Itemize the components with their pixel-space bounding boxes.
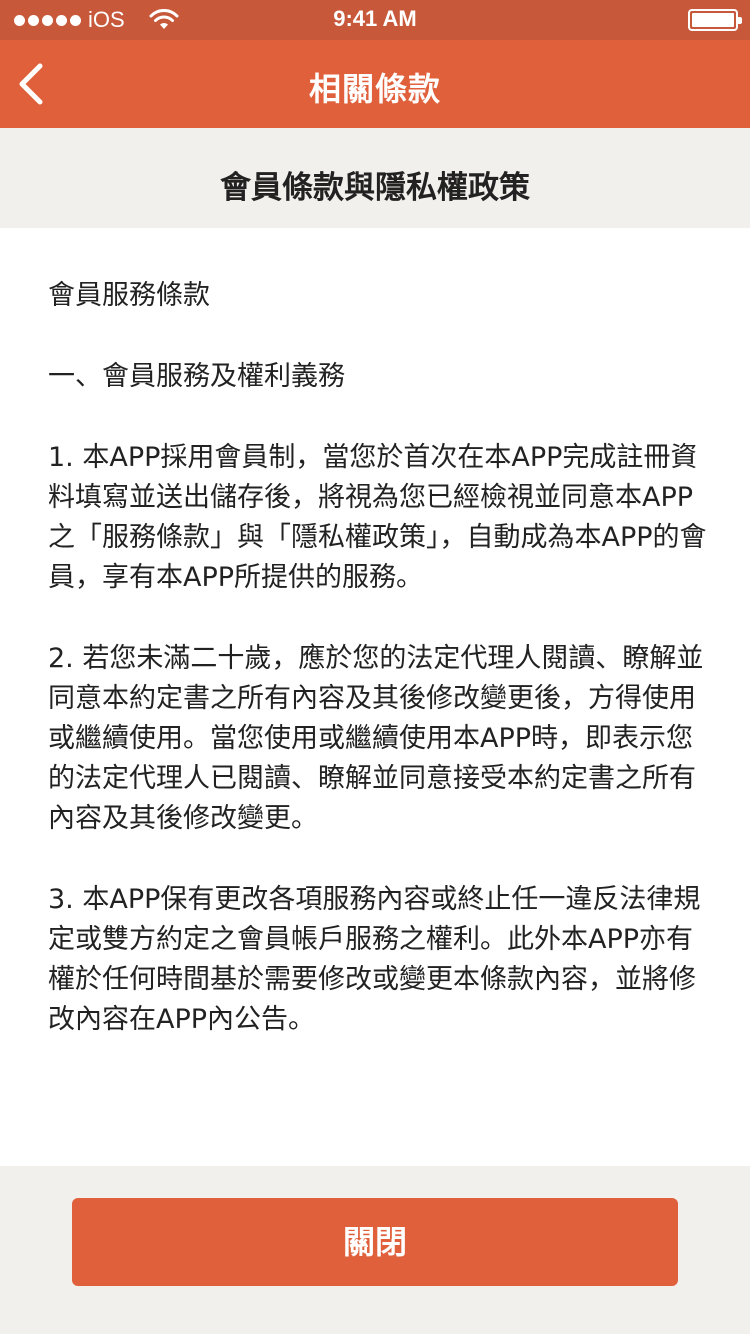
terms-heading: 會員服務條款 xyxy=(48,280,210,311)
status-time: 9:41 AM xyxy=(333,6,417,31)
terms-paragraph-3: 3. 本APP保有更改各項服務內容或終止任一違反法律規定或雙方約定之會員帳戶服務… xyxy=(48,884,701,1035)
terms-content[interactable]: 會員服務條款 一、會員服務及權利義務 1. 本APP採用會員制，當您於首次在本A… xyxy=(48,276,708,1156)
page-title: 相關條款 xyxy=(308,70,441,108)
terms-paragraph-2: 2. 若您未滿二十歲，應於您的法定代理人閱讀、瞭解並同意本約定書之所有內容及其後… xyxy=(48,643,704,834)
terms-subheading: 一、會員服務及權利義務 xyxy=(48,361,345,392)
close-button[interactable]: 關閉 xyxy=(72,1198,678,1286)
section-title: 會員條款與隱私權政策 xyxy=(220,170,530,206)
footer-bar: 關閉 xyxy=(0,1166,750,1334)
section-header: 會員條款與隱私權政策 xyxy=(0,128,750,228)
status-bar: iOS 9:41 AM xyxy=(0,0,750,40)
battery-icon xyxy=(688,9,742,31)
navigation-bar: 相關條款 xyxy=(0,40,750,128)
terms-paragraph-1: 1. 本APP採用會員制，當您於首次在本APP完成註冊資料填寫並送出儲存後，將視… xyxy=(48,442,707,593)
